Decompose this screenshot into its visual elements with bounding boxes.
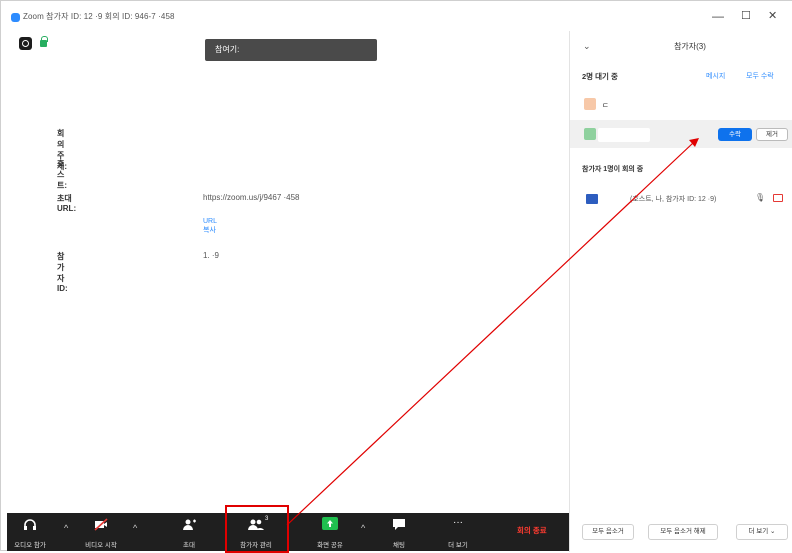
invite-label: 초대 [183, 542, 195, 549]
remove-button[interactable]: 제거 [756, 128, 788, 141]
meeting-toolbar: 오디오 참가 ^ 비디오 시작 ^ 초대 3 참가자 관리 화면 공유 ^ 채팅 [7, 513, 580, 551]
admit-all-button[interactable]: 모두 수락 [746, 71, 774, 81]
maximize-button[interactable]: ☐ [741, 9, 751, 22]
meeting-info-icon[interactable] [19, 37, 32, 50]
window-title: Zoom 참가자 ID: 12 ·9 회의 ID: 946-7 ·458 [23, 12, 175, 21]
invite-button[interactable]: 초대 [171, 513, 207, 551]
end-meeting-button[interactable]: 회의 종료 [517, 525, 547, 536]
unmute-all-button[interactable]: 모두 음소거 해제 [648, 524, 718, 540]
annotation-highlight-box [225, 505, 289, 553]
panel-more-button[interactable]: 더 보기 ⌄ [736, 524, 788, 540]
join-audio-label: 오디오 참가 [14, 542, 46, 549]
zoom-logo-icon [11, 13, 20, 22]
invite-url-label: 초대 URL: [57, 194, 77, 213]
mute-all-button[interactable]: 모두 음소거 [582, 524, 634, 540]
video-off-icon [94, 518, 108, 531]
headphones-icon [24, 519, 36, 530]
host-avatar-icon [586, 194, 598, 204]
chat-button[interactable]: 채팅 [381, 513, 417, 551]
more-icon: ··· [453, 517, 463, 528]
add-user-icon [183, 519, 196, 530]
panel-title: 참가자(3) [674, 42, 706, 51]
lock-icon[interactable] [40, 36, 48, 47]
invite-url-value: https://zoom.us/j/9467 ·458 [203, 193, 300, 202]
video-options-caret[interactable]: ^ [133, 523, 137, 533]
minimize-button[interactable]: — [712, 9, 724, 23]
message-all-button[interactable]: 메시지 [706, 71, 725, 81]
share-screen-label: 화면 공유 [317, 542, 343, 549]
close-button[interactable]: ✕ [768, 9, 777, 22]
chat-label: 채팅 [393, 542, 405, 549]
tooltip: 참여기: [205, 39, 377, 61]
participant-name: (호스트, 나, 참가자 ID: 12 ·9) [630, 196, 717, 203]
share-options-caret[interactable]: ^ [361, 523, 365, 533]
participant-id-label: 참가자 ID: [57, 252, 68, 293]
share-screen-button[interactable]: 화면 공유 [307, 513, 353, 551]
waiting-room-title: 2명 대기 중 [582, 72, 618, 81]
title-bar: Zoom 참가자 ID: 12 ·9 회의 ID: 946-7 ·458 — ☐… [1, 1, 792, 31]
zoom-window: Zoom 참가자 ID: 12 ·9 회의 ID: 946-7 ·458 — ☐… [0, 0, 792, 553]
more-label: 더 보기 [448, 542, 468, 549]
video-off-icon[interactable] [773, 194, 783, 202]
start-video-button[interactable]: 비디오 시작 [77, 513, 125, 551]
waiting-participant-name [598, 128, 650, 142]
host-label: 호스트: [57, 159, 68, 190]
avatar [584, 128, 596, 140]
chat-icon [393, 519, 405, 530]
join-audio-button[interactable]: 오디오 참가 [7, 513, 53, 551]
microphone-icon[interactable]: 🎙 [755, 193, 765, 202]
collapse-panel-icon[interactable]: ⌄ [583, 41, 591, 52]
in-meeting-title: 참가자 1명이 회의 중 [582, 166, 644, 173]
meeting-main-area: 참여기: 회의 주제: 호스트: 초대 URL: https://zoom.us… [7, 31, 569, 511]
share-screen-icon [322, 517, 338, 530]
start-video-label: 비디오 시작 [85, 542, 117, 549]
avatar [584, 98, 596, 110]
participant-id-value: 1. ·9 [203, 251, 220, 260]
admit-button[interactable]: 수락 [718, 128, 752, 141]
copy-url-link[interactable]: URL 복사 [203, 218, 217, 235]
participants-panel: ⌄ 참가자(3) 2명 대기 중 메시지 모두 수락 ㄷ 수락 제거 참가자 1… [569, 31, 792, 552]
waiting-participant-name: ㄷ [602, 101, 609, 110]
more-button[interactable]: ··· 더 보기 [437, 513, 479, 551]
audio-options-caret[interactable]: ^ [64, 523, 68, 533]
